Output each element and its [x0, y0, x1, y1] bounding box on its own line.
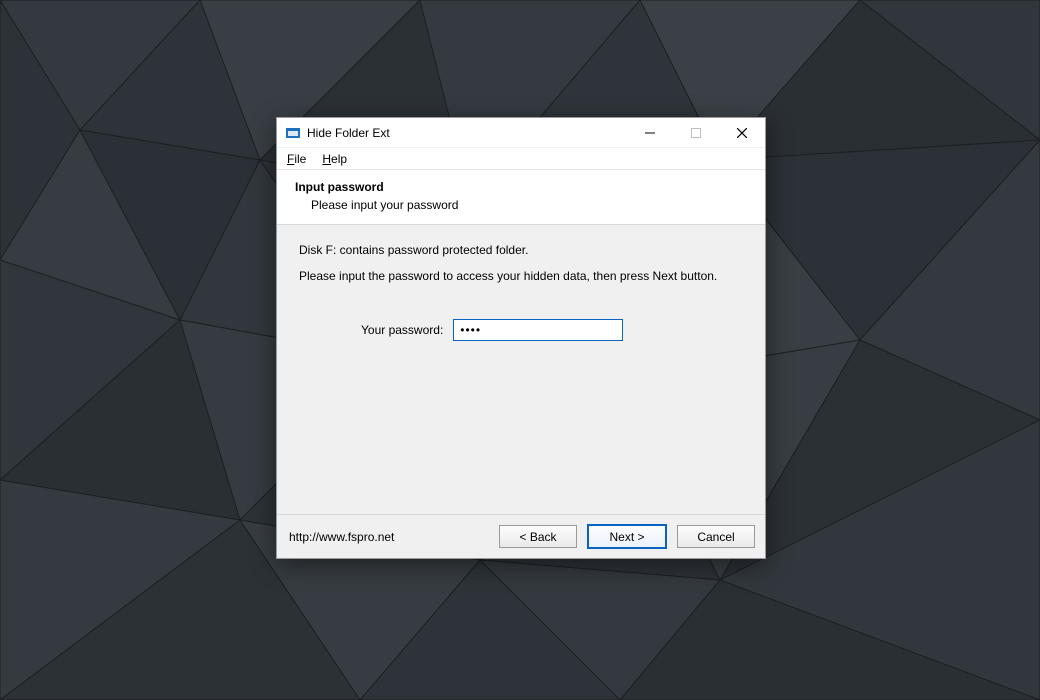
menu-help[interactable]: Help: [318, 150, 351, 168]
window-title: Hide Folder Ext: [307, 126, 390, 140]
titlebar[interactable]: Hide Folder Ext: [277, 118, 765, 148]
app-icon: [285, 125, 301, 141]
cancel-button[interactable]: Cancel: [677, 525, 755, 548]
menu-file[interactable]: File: [283, 150, 310, 168]
next-button[interactable]: Next >: [587, 524, 667, 549]
password-row: Your password:: [361, 319, 743, 341]
password-input[interactable]: [453, 319, 623, 341]
info-line-2: Please input the password to access your…: [299, 269, 743, 283]
wizard-header: Input password Please input your passwor…: [277, 170, 765, 225]
wizard-content: Disk F: contains password protected fold…: [277, 225, 765, 514]
app-window: Hide Folder Ext File Help Input password…: [276, 117, 766, 559]
wizard-subtitle: Please input your password: [295, 198, 747, 212]
menubar: File Help: [277, 148, 765, 170]
close-button[interactable]: [719, 118, 765, 148]
maximize-button[interactable]: [673, 118, 719, 148]
password-label: Your password:: [361, 323, 443, 337]
wizard-footer: http://www.fspro.net < Back Next > Cance…: [277, 514, 765, 558]
info-line-1: Disk F: contains password protected fold…: [299, 243, 743, 257]
minimize-button[interactable]: [627, 118, 673, 148]
wizard-title: Input password: [295, 180, 747, 194]
back-button[interactable]: < Back: [499, 525, 577, 548]
menu-help-rest: elp: [331, 152, 347, 166]
menu-file-rest: ile: [294, 152, 306, 166]
footer-url[interactable]: http://www.fspro.net: [289, 530, 394, 544]
